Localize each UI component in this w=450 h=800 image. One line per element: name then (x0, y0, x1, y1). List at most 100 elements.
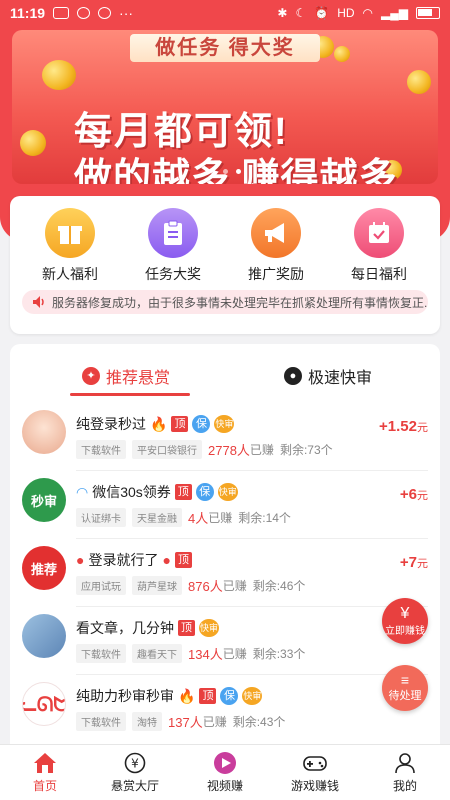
nav-label: 悬赏大厅 (110, 779, 159, 793)
task-meta: 下载软件 趣看天下 134人 已赚 剩余:33个 (76, 644, 305, 663)
apple-icon: ● (162, 552, 171, 568)
tab-recommended[interactable]: ✦ 推荐悬赏 (82, 364, 170, 388)
quick-entry-newbie[interactable]: 新人福利 (30, 208, 110, 284)
tab-label: 极速快审 (308, 370, 373, 387)
task-row[interactable]: 纯登录秒过 🔥 顶 保 快审 下载软件 平安口袋银行 2778人 已赚 剩余:73… (10, 410, 440, 478)
signal-icon: ▂▄▆ (381, 6, 408, 20)
gift-icon (45, 208, 95, 258)
fire-icon: 🔥 (150, 415, 168, 432)
task-tag: 下载软件 (76, 440, 126, 459)
quick-entry-daily[interactable]: 每日福利 (339, 208, 419, 284)
task-tag: 应用试玩 (76, 576, 126, 595)
nav-home[interactable]: 首页 (0, 745, 90, 800)
task-row[interactable]: 秒审 ◠ 微信30s领券 顶 保 快审 认证绑卡 天星金融 4人 已赚 剩余:14… (10, 478, 440, 546)
clipboard-icon (148, 208, 198, 258)
task-title: 登录就行了 (88, 552, 159, 568)
fast-review-badge: 快审 (242, 687, 263, 705)
reward-amount: +1.52 (379, 418, 417, 435)
top-badge: 顶 (199, 688, 217, 704)
row-divider (76, 674, 428, 675)
task-title-line: 纯助力秒审秒审 🔥 顶 保 快审 (76, 686, 263, 706)
apple-icon: ● (76, 552, 85, 568)
nav-label: 游戏赚钱 (290, 779, 339, 793)
top-badge: 顶 (174, 484, 192, 500)
task-meta: 下载软件 平安口袋银行 2778人 已赚 剩余:73个 (76, 440, 333, 459)
bottom-navigation: 首页 ¥ 悬赏大厅 视频赚 游戏赚钱 我的 (0, 744, 450, 800)
task-avatar: 秒审 (22, 478, 66, 522)
quick-entry-label: 任务大奖 (145, 266, 201, 282)
quick-entry-label: 每日福利 (351, 266, 407, 282)
moon-icon: ☾ (295, 6, 307, 20)
nav-profile[interactable]: 我的 (360, 745, 450, 800)
remaining-count: 剩余:73个 (279, 443, 333, 457)
carousel-dot-active[interactable] (236, 169, 241, 174)
carousel-dot[interactable] (210, 169, 215, 174)
speaker-icon (32, 295, 46, 312)
task-tag: 淘特 (132, 712, 162, 731)
user-circle-icon: ● (284, 367, 302, 385)
earned-count: 2778人 (208, 443, 250, 458)
wifi-icon: ◠ (362, 6, 374, 20)
task-tabs: ✦ 推荐悬赏 ● 极速快审 (10, 344, 440, 406)
earned-label: 已赚 (222, 647, 247, 661)
top-badge: 顶 (178, 620, 195, 636)
coin-icon (20, 130, 46, 156)
nav-label: 我的 (392, 779, 417, 793)
task-title-line: 纯登录秒过 🔥 顶 保 快审 (76, 414, 235, 434)
task-avatar (22, 410, 66, 454)
bluetooth-icon: ✱ (277, 6, 288, 20)
row-divider (76, 470, 428, 471)
task-title: 纯助力秒审秒审 (76, 688, 174, 704)
tab-fast-review[interactable]: ● 极速快审 (284, 364, 372, 388)
task-title: 微信30s领券 (92, 484, 171, 500)
task-tag: 天星金融 (132, 508, 182, 527)
task-meta: 应用试玩 葫芦星球 876人 已赚 剩余:46个 (76, 576, 305, 595)
notice-bar[interactable]: 服务器修复成功，由于很多事情未处理完毕在抓紧处理所有事情恢复正... (22, 290, 428, 314)
home-icon (0, 751, 90, 775)
pending-label: 待处理 (388, 690, 422, 702)
task-reward: +1.52元 (379, 418, 428, 435)
quick-entry-task-prize[interactable]: 任务大奖 (133, 208, 213, 284)
earned-count: 134人 (188, 647, 223, 662)
promo-banner[interactable]: 做任务 得大奖 每月都可领! 做的越多 赚得越多 (12, 30, 438, 184)
earn-now-button[interactable]: ¥ 立即赚钱 (382, 598, 428, 644)
task-title-line: 看文章，几分钟 顶 快审 (76, 618, 219, 638)
task-avatar: 推荐 (22, 546, 66, 590)
battery-icon (416, 7, 440, 19)
status-bar: 11:19 ··· ✱ ☾ ⏰ HD ◠ ▂▄▆ (0, 0, 450, 26)
more-notifications-icon: ··· (119, 5, 134, 21)
guarantee-badge: 保 (192, 415, 211, 433)
pending-button[interactable]: ≡ 待处理 (382, 665, 428, 711)
yuan-icon: ¥ (400, 604, 410, 622)
nav-game-earn[interactable]: 游戏赚钱 (270, 745, 360, 800)
fast-review-badge: 快审 (214, 415, 235, 433)
task-row[interactable]: 看文章，几分钟 顶 快审 下载软件 趣看天下 134人 已赚 剩余:33个 (10, 614, 440, 682)
fast-review-badge: 快审 (199, 619, 219, 637)
user-icon (360, 751, 450, 775)
remaining-count: 剩余:43个 (232, 715, 286, 729)
task-avatar: ᓚᘏᗢ (22, 682, 66, 726)
quick-entry-promotion[interactable]: 推广奖励 (236, 208, 316, 284)
gamepad-icon (270, 751, 360, 775)
calendar-check-icon (354, 208, 404, 258)
svg-text:¥: ¥ (131, 757, 139, 771)
coin-icon (407, 70, 431, 94)
video-icon (180, 751, 270, 775)
earned-label: 已赚 (202, 715, 227, 729)
earned-count: 4人 (188, 511, 209, 526)
task-row[interactable]: 推荐 ● 登录就行了 ● 顶 应用试玩 葫芦星球 876人 已赚 剩余:46个 +… (10, 546, 440, 614)
carousel-dot[interactable] (223, 169, 228, 174)
nav-reward-hall[interactable]: ¥ 悬赏大厅 (90, 745, 180, 800)
fast-review-badge: 快审 (217, 483, 238, 501)
nav-video-earn[interactable]: 视频赚 (180, 745, 270, 800)
top-badge: 顶 (174, 552, 192, 568)
coin-icon (334, 46, 350, 62)
reward-amount: +7 (399, 554, 417, 571)
task-tag: 平安口袋银行 (132, 440, 202, 459)
quick-entry-label: 推广奖励 (248, 266, 304, 282)
alarm-icon: ⏰ (314, 6, 330, 20)
cat-mascot-icon: ᓚᘏᗢ (23, 693, 65, 716)
network-type: HD (337, 6, 355, 20)
earned-label: 已赚 (208, 511, 233, 525)
task-row[interactable]: ᓚᘏᗢ 纯助力秒审秒审 🔥 顶 保 快审 下载软件 淘特 137人已赚 剩余:4… (10, 682, 440, 750)
